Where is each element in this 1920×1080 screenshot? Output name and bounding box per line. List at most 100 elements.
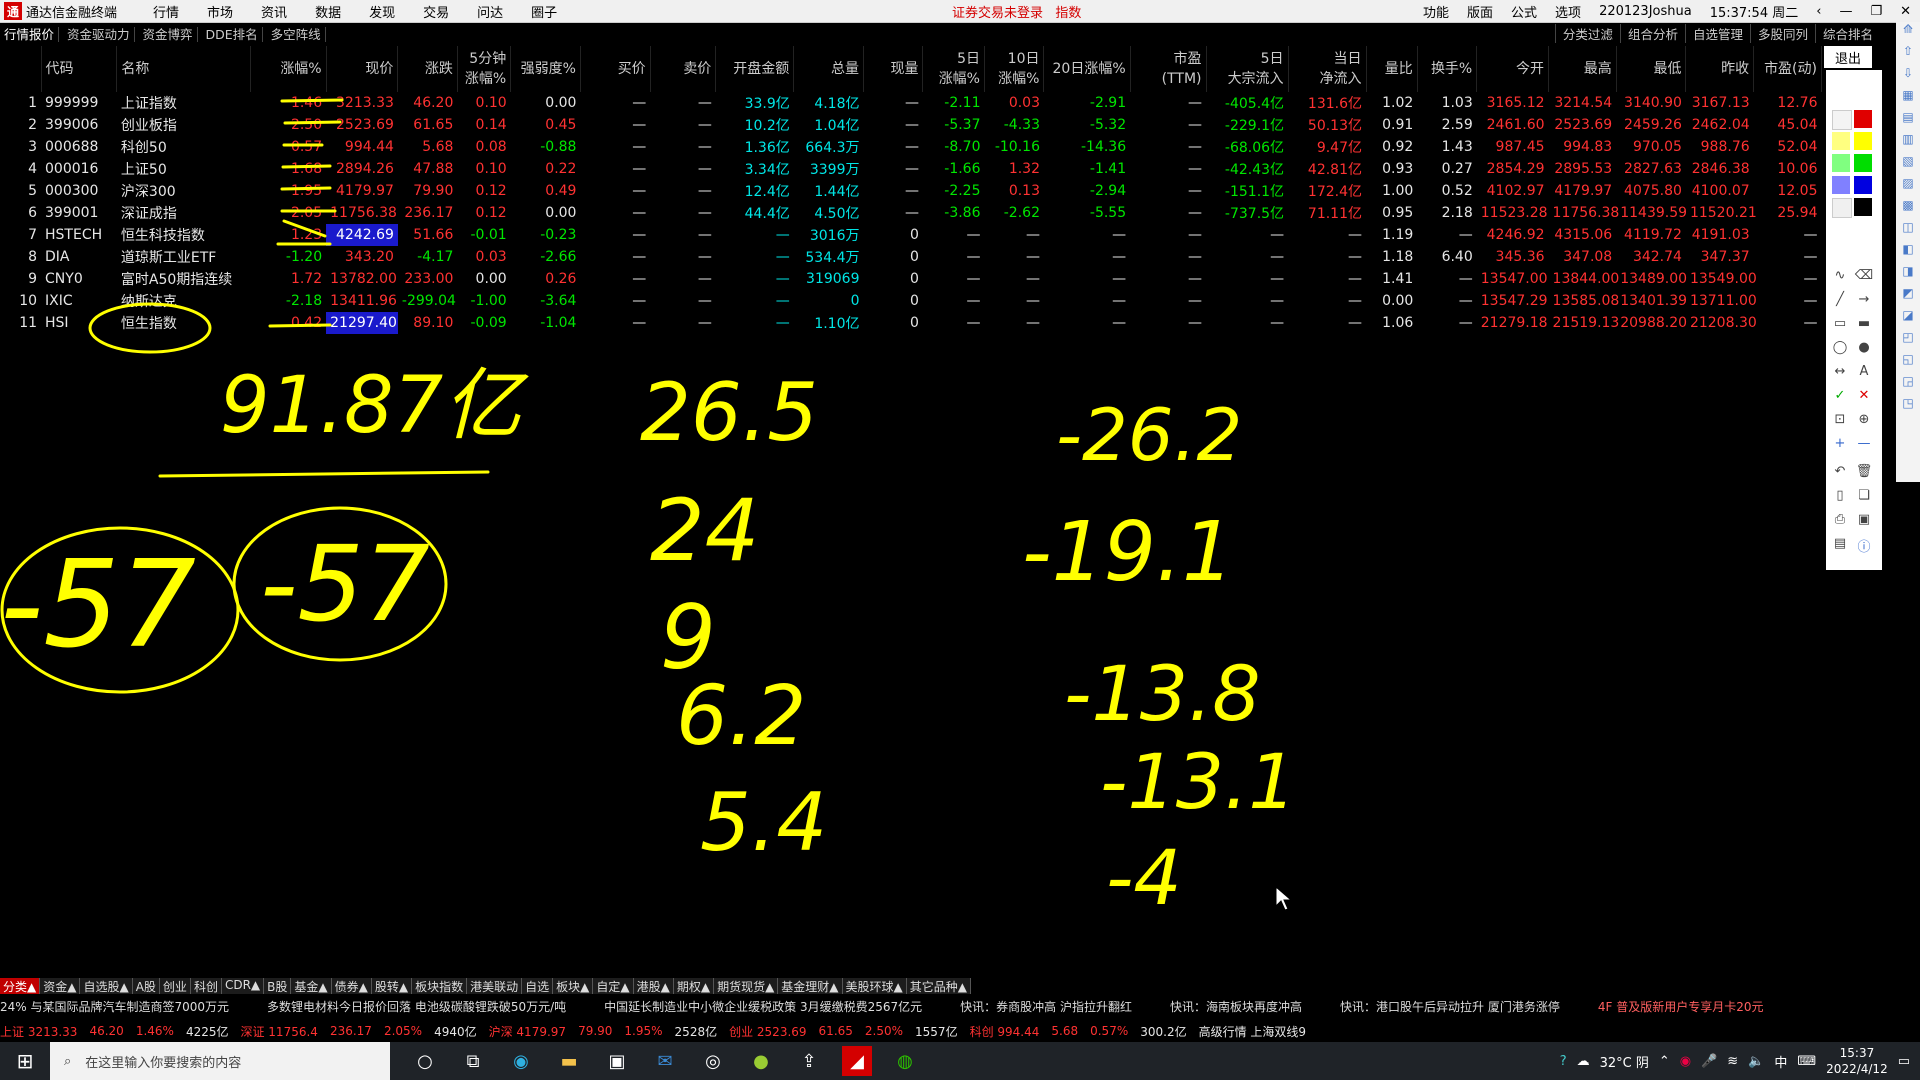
index-stat: 2528亿 (674, 1024, 718, 1039)
category-tab[interactable]: 自选股▲ (80, 978, 133, 994)
category-tab[interactable]: 科创 (190, 978, 222, 994)
search-icon: ⌕ (64, 1053, 72, 1069)
index-stat: 1.95% (624, 1024, 663, 1038)
category-tab[interactable]: 自选 (522, 978, 554, 994)
ime-indicator[interactable]: 中 (1774, 1052, 1787, 1071)
index-stat: 深证 11756.4 (240, 1024, 318, 1039)
ticker-item[interactable]: 中国延长制造业中小微企业缓税政策 3月缓缴税费2567亿元 (604, 998, 922, 1018)
index-stat: 4225亿 (185, 1024, 229, 1039)
category-tab[interactable]: 债券▲ (331, 978, 372, 994)
cloud-icon: ☁ (1576, 1053, 1590, 1069)
handwritten-col2-value: 6.2 (676, 669, 806, 764)
index-stat: 1.46% (135, 1024, 174, 1038)
mouse-cursor-icon (1275, 885, 1293, 911)
category-tab[interactable]: 股转▲ (371, 978, 413, 994)
network-icon[interactable]: ≋ (1727, 1054, 1738, 1069)
app-icon[interactable]: ◎ (698, 1046, 728, 1076)
handwritten-col3-value: -26.2 (1056, 393, 1242, 477)
app-icon[interactable]: ⇪ (794, 1046, 824, 1076)
underline-mark (268, 98, 344, 328)
task-view-icon[interactable]: ⧉ (458, 1046, 488, 1076)
app-icon[interactable]: ● (746, 1046, 776, 1076)
wechat-icon[interactable]: ◍ (890, 1046, 920, 1076)
windows-start-icon[interactable]: ⊞ (0, 1049, 50, 1073)
index-stat: 高级行情 上海双线9 (1198, 1024, 1307, 1039)
store-icon[interactable]: ▣ (602, 1046, 632, 1076)
index-stat: 创业 2523.69 (729, 1024, 807, 1039)
category-tab[interactable]: 板块指数 (412, 978, 468, 994)
index-stat: 300.2亿 (1140, 1024, 1187, 1039)
index-stat: 4940亿 (434, 1024, 477, 1039)
file-explorer-icon[interactable]: ▬ (554, 1046, 584, 1076)
ticker-item[interactable]: 多数锂电材料今日报价回落 电池级碳酸锂跌破50万元/吨 (267, 998, 566, 1018)
category-tab[interactable]: 板块▲ (553, 978, 594, 994)
index-stat: 科创 994.44 (969, 1024, 1040, 1039)
category-tab-bar: 分类▲ 资金▲ 自选股▲ A股 创业 科创 CDR▲ B股 基金▲ 债券▲ 股转▲ 板块指数 港美联动自… (0, 978, 1920, 994)
index-status-bar: 上证 3213.33 46.20 1.46% 4225亿 深证 11756.4 236.1… (0, 1022, 1920, 1040)
ticker-item[interactable]: 快讯：券商股冲高 沪指拉升翻红 (960, 998, 1132, 1018)
help-icon[interactable]: ? (1560, 1054, 1567, 1069)
edge-browser-icon[interactable]: ◉ (506, 1046, 536, 1076)
category-tab[interactable]: 期货现货▲ (714, 978, 779, 994)
tdx-app-icon[interactable]: ◢ (842, 1046, 872, 1076)
taskbar-search-box[interactable]: ⌕ 在这里输入你要搜索的内容 (50, 1042, 390, 1080)
clock-date: 2022/4/12 (1826, 1062, 1888, 1076)
category-tab[interactable]: 基金理财▲ (778, 978, 843, 994)
volume-icon[interactable]: 🔈 (1748, 1054, 1764, 1069)
index-stat: 2.50% (864, 1024, 904, 1038)
taskbar-clock[interactable]: 15:37 2022/4/12 (1826, 1045, 1888, 1077)
notification-icon[interactable]: ▭ (1898, 1054, 1910, 1069)
handwritten-right-value: -57 (260, 523, 430, 645)
category-tab[interactable]: 自定▲ (593, 978, 634, 994)
category-tab[interactable]: B股 (264, 978, 292, 994)
handwritten-col3-value: -4 (1106, 833, 1182, 922)
microphone-icon[interactable]: 🎤 (1701, 1054, 1717, 1069)
index-stat: 沪深 4179.97 (488, 1024, 567, 1039)
ticker-item[interactable]: 4F 普及版新用户专享月卡20元 (1598, 998, 1764, 1018)
index-stat: 上证 3213.33 (0, 1024, 78, 1039)
category-tab[interactable]: 港股▲ (633, 978, 674, 994)
handwritten-col2-value: 5.4 (700, 776, 827, 869)
clock-time: 15:37 (1839, 1046, 1875, 1060)
ticker-item[interactable]: 快讯：海南板块再度冲高 (1170, 998, 1302, 1018)
category-tab[interactable]: CDR▲ (221, 978, 265, 994)
mail-icon[interactable]: ✉ (650, 1046, 680, 1076)
category-tab[interactable]: 基金▲ (291, 978, 332, 994)
index-stat: 79.90 (578, 1024, 613, 1038)
category-tab[interactable]: 美股环球▲ (842, 978, 907, 994)
cortana-icon[interactable]: ○ (410, 1046, 440, 1076)
index-stat: 1557亿 (915, 1024, 958, 1039)
record-icon[interactable]: ◉ (1680, 1054, 1691, 1069)
total-underline (158, 470, 490, 478)
weather-text: 32°C 阴 (1599, 1055, 1649, 1071)
keyboard-icon[interactable]: ⌨ (1797, 1054, 1816, 1069)
ticker-item[interactable]: 24% 与某国际品牌汽车制造商签7000万元 (0, 998, 229, 1018)
category-tab[interactable]: 期权▲ (673, 978, 715, 994)
handwritten-total: 91.87亿 (220, 361, 529, 451)
handwritten-col3-value: -19.1 (1022, 505, 1234, 600)
handwritten-col3-value: -13.8 (1064, 649, 1261, 738)
index-stat: 2.05% (383, 1024, 423, 1038)
search-placeholder: 在这里输入你要搜索的内容 (85, 1055, 242, 1071)
windows-taskbar: ⊞ ⌕ 在这里输入你要搜索的内容 ○ ⧉ ◉ ▬ ▣ ✉ ◎ ● ⇪ ◢ ◍ ?… (0, 1042, 1920, 1080)
category-tab[interactable]: 其它品种▲ (906, 978, 971, 994)
handwriting-overlay: 91.87亿 -57 -57 26.5 24 9 6.2 5.4 -26.2 -… (0, 98, 1297, 922)
taskbar-apps: ○ ⧉ ◉ ▬ ▣ ✉ ◎ ● ⇪ ◢ ◍ (410, 1046, 920, 1076)
category-tab[interactable]: 资金▲ (40, 978, 81, 994)
ticker-item[interactable]: 快讯：港口股午后异动拉升 厦门港务涨停 (1340, 998, 1560, 1018)
index-stat: 46.20 (89, 1024, 124, 1038)
chevron-up-icon[interactable]: ⌃ (1659, 1054, 1670, 1069)
handwritten-left-value: -57 (0, 536, 196, 675)
handwritten-col2-value: 24 (650, 481, 759, 581)
system-tray: ? ☁ 32°C 阴 ⌃ ◉ 🎤 ≋ 🔈 中 ⌨ 15:37 2022/4/12… (1560, 1045, 1910, 1077)
index-stat: 61.65 (818, 1024, 853, 1038)
category-tab[interactable]: A股 (132, 978, 160, 994)
category-tab[interactable]: 港美联动 (467, 978, 523, 994)
category-tab[interactable]: 创业 (159, 978, 191, 994)
index-stat: 0.57% (1090, 1024, 1129, 1038)
index-stat: 5.68 (1051, 1024, 1079, 1038)
news-ticker: 24% 与某国际品牌汽车制造商签7000万元 多数锂电材料今日报价回落 电池级碳酸… (0, 998, 1920, 1018)
handwritten-col3-value: -13.1 (1100, 737, 1297, 826)
category-tab[interactable]: 分类▲ (0, 978, 41, 994)
handwritten-col2-value: 26.5 (640, 366, 818, 459)
